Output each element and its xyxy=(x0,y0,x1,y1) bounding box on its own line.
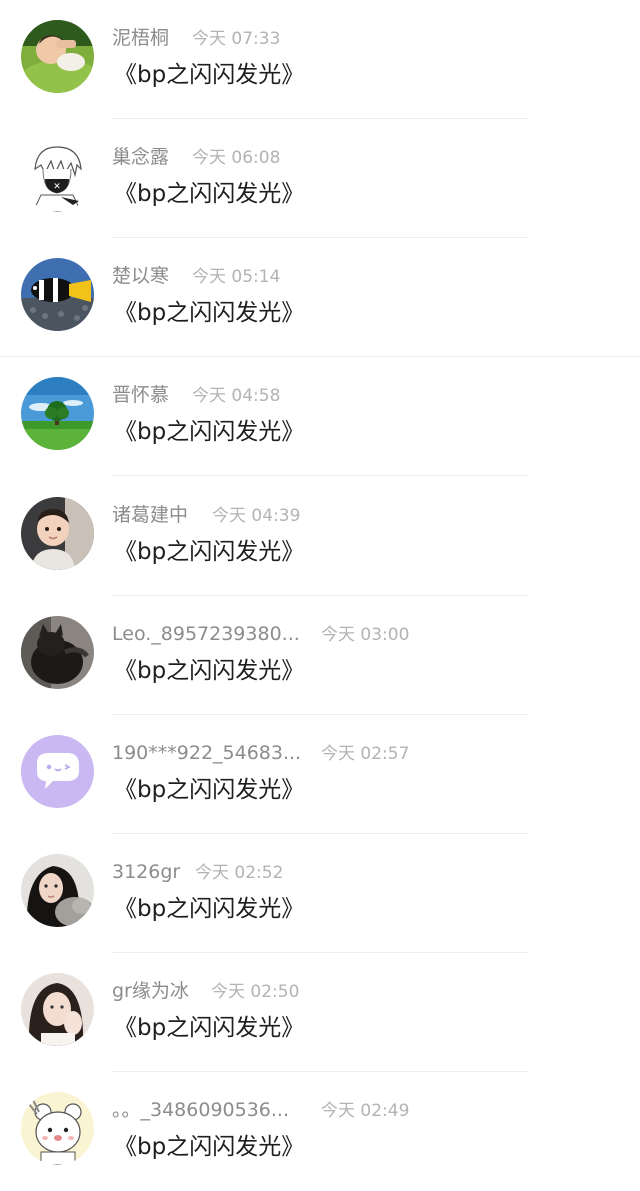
message-time: 今天 02:50 xyxy=(211,982,300,1002)
cartoon-bear-icon xyxy=(21,1092,94,1165)
list-item[interactable]: 楚以寒 今天 05:14 《bp之闪闪发光》 xyxy=(0,238,640,357)
anime-mask-sketch-icon: ✕ xyxy=(21,139,94,212)
message-time: 今天 02:49 xyxy=(321,1101,410,1121)
avatar[interactable] xyxy=(21,854,94,927)
message-text[interactable]: 《bp之闪闪发光》 xyxy=(114,656,304,686)
message-time: 今天 05:14 xyxy=(192,267,281,287)
dark-cat-icon xyxy=(21,616,94,689)
sender-name[interactable]: 诸葛建中 xyxy=(112,503,188,527)
sender-name[interactable]: 泥梧桐 xyxy=(112,26,169,50)
message-time: 今天 07:33 xyxy=(192,29,281,49)
message-text[interactable]: 《bp之闪闪发光》 xyxy=(114,179,304,209)
message-time: 今天 02:52 xyxy=(195,863,284,883)
sender-name[interactable]: 190***922_54683... xyxy=(112,741,301,765)
message-text[interactable]: 《bp之闪闪发光》 xyxy=(114,1013,304,1043)
girl-selfie-icon xyxy=(21,973,94,1046)
list-item[interactable]: 3126gr 今天 02:52 《bp之闪闪发光》 xyxy=(0,834,640,953)
list-item[interactable]: gr缘为冰 今天 02:50 《bp之闪闪发光》 xyxy=(0,953,640,1072)
sender-name[interactable]: Leo._8957239380... xyxy=(112,622,300,646)
message-text[interactable]: 《bp之闪闪发光》 xyxy=(114,60,304,90)
avatar[interactable] xyxy=(21,973,94,1046)
message-time: 今天 04:39 xyxy=(212,506,301,526)
avatar[interactable] xyxy=(21,1092,94,1165)
list-item[interactable]: 泥梧桐 今天 07:33 《bp之闪闪发光》 xyxy=(0,0,640,119)
message-text[interactable]: 《bp之闪闪发光》 xyxy=(114,537,304,567)
message-text[interactable]: 《bp之闪闪发光》 xyxy=(114,298,304,328)
boy-on-grass-icon xyxy=(21,20,94,93)
avatar[interactable] xyxy=(21,497,94,570)
list-item[interactable]: Leo._8957239380... 今天 03:00 《bp之闪闪发光》 xyxy=(0,596,640,715)
avatar[interactable] xyxy=(21,735,94,808)
sender-name[interactable]: 楚以寒 xyxy=(112,264,169,288)
list-item[interactable]: 诸葛建中 今天 04:39 《bp之闪闪发光》 xyxy=(0,477,640,596)
message-text[interactable]: 《bp之闪闪发光》 xyxy=(114,894,304,924)
avatar[interactable] xyxy=(21,616,94,689)
purple-chat-bubble-icon xyxy=(21,735,94,808)
message-time: 今天 04:58 xyxy=(192,386,281,406)
avatar[interactable] xyxy=(21,258,94,331)
list-item[interactable]: 晋怀慕 今天 04:58 《bp之闪闪发光》 xyxy=(0,357,640,476)
sender-name[interactable]: 巢念露 xyxy=(112,145,169,169)
list-item[interactable]: 。。_3486090536... 今天 02:49 《bp之闪闪发光》 xyxy=(0,1072,640,1191)
clownfish-icon xyxy=(21,258,94,331)
sender-name[interactable]: 。。_3486090536... xyxy=(112,1098,289,1122)
tree-landscape-icon xyxy=(21,377,94,450)
toddler-icon xyxy=(21,497,94,570)
message-text[interactable]: 《bp之闪闪发光》 xyxy=(114,1132,304,1162)
avatar[interactable]: ✕ xyxy=(21,139,94,212)
sender-name[interactable]: gr缘为冰 xyxy=(112,979,189,1003)
girl-with-cat-icon xyxy=(21,854,94,927)
avatar[interactable] xyxy=(21,377,94,450)
list-item[interactable]: ✕ 巢念露 今天 06:08 《bp之闪闪发光》 xyxy=(0,119,640,238)
message-time: 今天 02:57 xyxy=(321,744,410,764)
message-text[interactable]: 《bp之闪闪发光》 xyxy=(114,417,304,447)
svg-text:✕: ✕ xyxy=(53,182,61,192)
list-item[interactable]: 190***922_54683... 今天 02:57 《bp之闪闪发光》 xyxy=(0,715,640,834)
sender-name[interactable]: 晋怀慕 xyxy=(112,383,169,407)
message-time: 今天 06:08 xyxy=(192,148,281,168)
message-list: 泥梧桐 今天 07:33 《bp之闪闪发光》 ✕ 巢念露 今天 06:08 《b… xyxy=(0,0,640,1188)
divider xyxy=(112,475,528,476)
message-text[interactable]: 《bp之闪闪发光》 xyxy=(114,775,304,805)
message-time: 今天 03:00 xyxy=(321,625,410,645)
sender-name[interactable]: 3126gr xyxy=(112,860,180,884)
avatar[interactable] xyxy=(21,20,94,93)
